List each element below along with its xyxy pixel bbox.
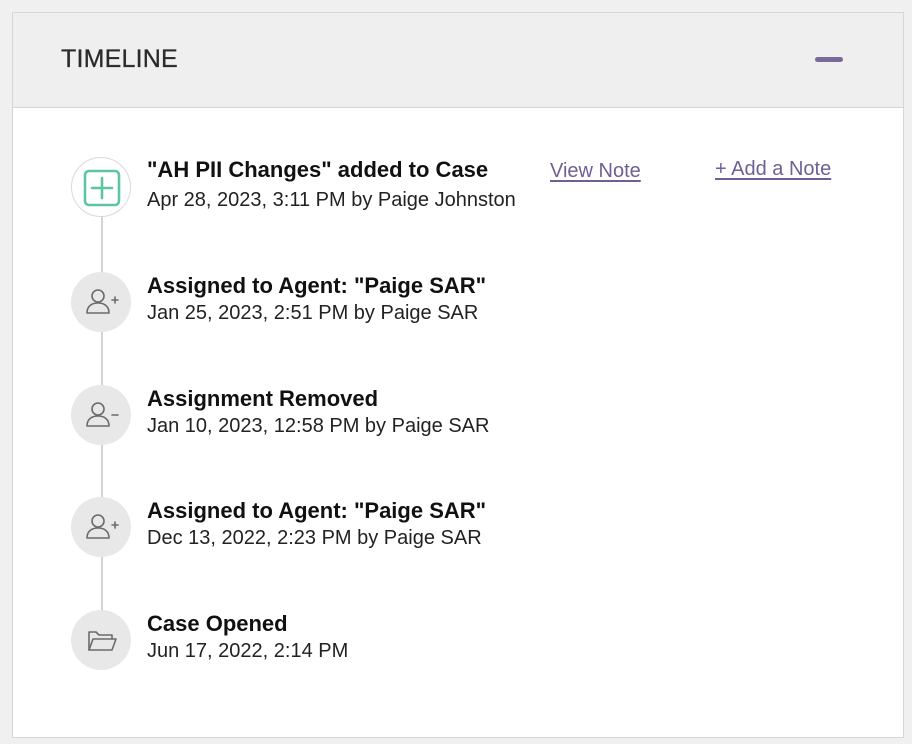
user-remove-icon-badge: [71, 385, 131, 445]
event-title: "AH PII Changes" added to Case: [147, 157, 489, 182]
panel-title: TIMELINE: [61, 45, 178, 73]
user-remove-icon: [86, 402, 119, 427]
timeline-event: Assigned to Agent: "Paige SAR" Jan 25, 2…: [13, 272, 903, 342]
timeline-panel: TIMELINE "AH PII Changes" added to Case …: [12, 12, 904, 738]
event-title: Assignment Removed: [147, 386, 379, 411]
event-meta: Jan 25, 2023, 2:51 PM by Paige SAR: [147, 302, 479, 324]
minus-icon: [815, 57, 843, 62]
folder-icon-badge: [71, 610, 131, 670]
user-add-icon-badge: [71, 272, 131, 332]
collapse-button[interactable]: [807, 47, 847, 73]
event-title: Assigned to Agent: "Paige SAR": [147, 273, 487, 298]
event-meta: Apr 28, 2023, 3:11 PM by Paige Johnston: [147, 189, 516, 211]
event-meta: Jan 10, 2023, 12:58 PM by Paige SAR: [147, 415, 490, 437]
event-meta: Jun 17, 2022, 2:14 PM: [147, 640, 349, 662]
user-add-icon-badge: [71, 497, 131, 557]
event-meta: Dec 13, 2022, 2:23 PM by Paige SAR: [147, 527, 482, 549]
panel-header: TIMELINE: [13, 13, 903, 108]
user-add-icon: [86, 514, 119, 539]
add-note-link[interactable]: + Add a Note: [715, 158, 831, 181]
note-add-icon: [83, 169, 121, 207]
event-title: Assigned to Agent: "Paige SAR": [147, 498, 487, 523]
event-title: Case Opened: [147, 611, 288, 636]
timeline-event: Assignment Removed Jan 10, 2023, 12:58 P…: [13, 385, 903, 455]
timeline-event: "AH PII Changes" added to Case Apr 28, 2…: [13, 157, 903, 227]
user-add-icon: [86, 289, 119, 314]
note-add-icon-badge: [71, 157, 131, 217]
folder-icon: [88, 631, 117, 651]
view-note-link[interactable]: View Note: [550, 160, 641, 183]
timeline-event: Assigned to Agent: "Paige SAR" Dec 13, 2…: [13, 497, 903, 567]
timeline-event: Case Opened Jun 17, 2022, 2:14 PM: [13, 610, 903, 680]
